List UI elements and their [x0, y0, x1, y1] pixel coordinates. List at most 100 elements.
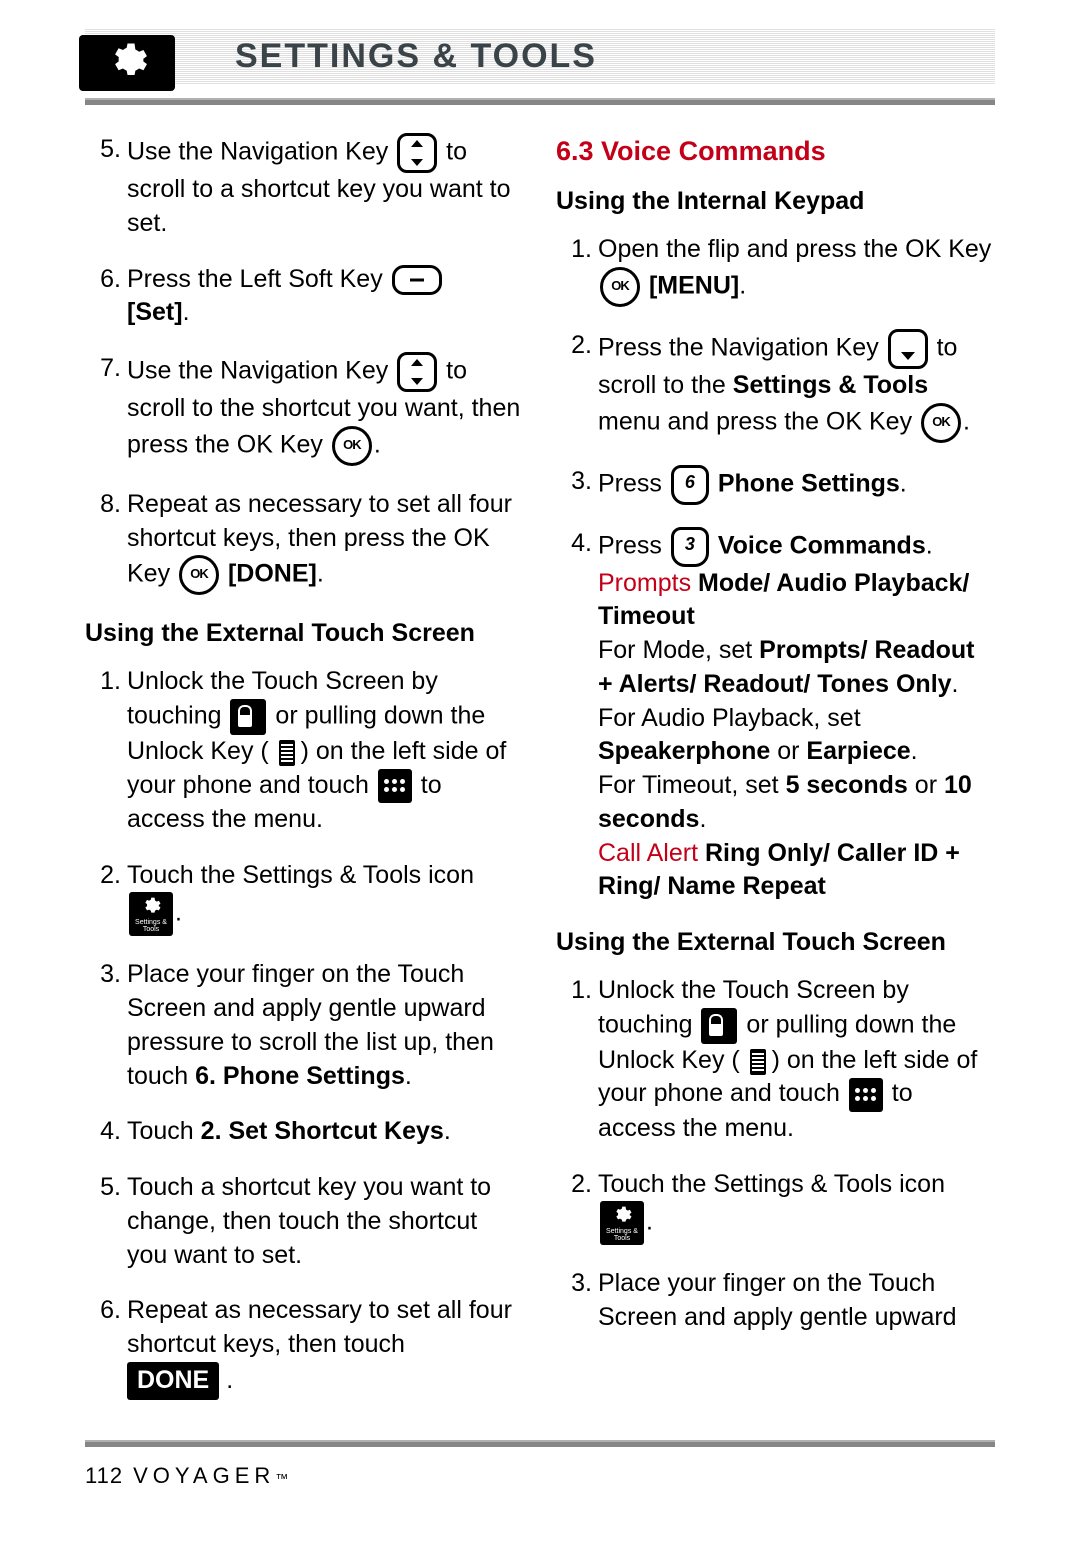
step-body: Unlock the Touch Screen by touching or p…: [127, 665, 524, 837]
step-body: Touch a shortcut key you want to change,…: [127, 1171, 524, 1272]
step-number: 5.: [85, 133, 127, 241]
rext-step-3: 3. Place your finger on the Touch Screen…: [556, 1267, 995, 1335]
key-3-icon: 3: [671, 527, 709, 567]
bold-text: 6. Phone Settings: [195, 1062, 405, 1090]
text: .: [963, 407, 970, 435]
header-icon-box: [79, 35, 175, 91]
text: .: [405, 1062, 412, 1090]
ext-step-1: 1. Unlock the Touch Screen by touching o…: [85, 665, 524, 837]
step-body: Press 6 Phone Settings.: [598, 465, 995, 505]
step-number: 1.: [85, 665, 127, 837]
brand-name: VOYAGER™: [133, 1463, 293, 1489]
subhead-external-touch: Using the External Touch Screen: [85, 617, 524, 651]
right-internal-steps: 1. Open the flip and press the OK Key [M…: [556, 233, 995, 904]
text: Use the Navigation Key: [127, 357, 395, 385]
step-number: 2.: [556, 1168, 598, 1246]
step-number: 3.: [556, 1267, 598, 1335]
menu-label: [MENU]: [649, 272, 739, 300]
step-body: Repeat as necessary to set all four shor…: [127, 1294, 524, 1399]
bold-text: 2. Set Shortcut Keys: [201, 1117, 444, 1145]
ok-key-icon: [921, 403, 961, 443]
text: menu and press the OK Key: [598, 407, 919, 435]
left-steps: 5. Use the Navigation Key to scroll to a…: [85, 133, 524, 595]
text: For Audio Playback, set: [598, 704, 861, 732]
brand-text: VOYAGER: [133, 1463, 275, 1488]
content-columns: 5. Use the Navigation Key to scroll to a…: [85, 133, 995, 1422]
left-external-steps: 1. Unlock the Touch Screen by touching o…: [85, 665, 524, 1400]
step-body: Press 3 Voice Commands. Prompts Mode/ Au…: [598, 527, 995, 905]
ext-step-6: 6. Repeat as necessary to set all four s…: [85, 1294, 524, 1399]
text: Press the Left Soft Key: [127, 265, 390, 293]
step-number: 2.: [85, 859, 127, 937]
navigation-key-icon: [397, 352, 437, 392]
text: .: [911, 737, 918, 765]
text: .: [183, 298, 190, 326]
header-underline: [85, 98, 995, 105]
red-text: Call Alert: [598, 839, 705, 867]
ok-key-icon: [600, 267, 640, 307]
menu-grid-icon: [849, 1078, 883, 1112]
step-6: 6. Press the Left Soft Key [Set].: [85, 263, 524, 331]
text: Press the Navigation Key: [598, 334, 886, 362]
step-body: Touch 2. Set Shortcut Keys.: [127, 1115, 524, 1149]
text: or: [915, 771, 944, 799]
text: For Mode, set: [598, 636, 759, 664]
settings-tools-icon: [129, 892, 173, 936]
ext-step-5: 5. Touch a shortcut key you want to chan…: [85, 1171, 524, 1272]
ext-step-3: 3. Place your finger on the Touch Screen…: [85, 958, 524, 1093]
menu-grid-icon: [378, 769, 412, 803]
int-step-3: 3. Press 6 Phone Settings.: [556, 465, 995, 505]
text: Use the Navigation Key: [127, 138, 395, 166]
step-body: Touch the Settings & Tools icon .: [598, 1168, 995, 1246]
set-label: [Set]: [127, 298, 183, 326]
text: .: [317, 560, 324, 588]
bold-text: Speakerphone: [598, 737, 770, 765]
red-text: Prompts: [598, 569, 698, 597]
text: or: [777, 737, 806, 765]
padlock-icon: [701, 1008, 737, 1044]
step-number: 5.: [85, 1171, 127, 1272]
navigation-key-icon: [397, 133, 437, 173]
step-number: 4.: [556, 527, 598, 905]
step-body: Place your finger on the Touch Screen an…: [598, 1267, 995, 1335]
ext-step-4: 4. Touch 2. Set Shortcut Keys.: [85, 1115, 524, 1149]
trademark-symbol: ™: [275, 1471, 293, 1486]
text: .: [175, 899, 182, 927]
bold-text: Earpiece: [806, 737, 910, 765]
settings-tools-icon: [600, 1201, 644, 1245]
text: Touch: [127, 1117, 201, 1145]
subhead-internal-keypad: Using the Internal Keypad: [556, 185, 995, 219]
right-column: 6.3 Voice Commands Using the Internal Ke…: [556, 133, 995, 1422]
text: .: [926, 531, 933, 559]
text: Open the flip and press the OK Key: [598, 235, 991, 263]
step-number: 2.: [556, 329, 598, 443]
text: Touch the Settings & Tools icon: [598, 1170, 945, 1198]
step-number: 3.: [556, 465, 598, 505]
text: .: [952, 670, 959, 698]
text: .: [226, 1366, 233, 1394]
navigation-key-down-icon: [888, 329, 928, 369]
bold-text: Settings & Tools: [733, 371, 928, 399]
step-body: Place your finger on the Touch Screen an…: [127, 958, 524, 1093]
text: Press: [598, 531, 669, 559]
step-body: Unlock the Touch Screen by touching or p…: [598, 974, 995, 1146]
bold-text: 5 seconds: [786, 771, 908, 799]
text: Touch the Settings & Tools icon: [127, 861, 474, 889]
done-badge: DONE: [127, 1362, 219, 1400]
step-number: 1.: [556, 233, 598, 307]
key-6-icon: 6: [671, 465, 709, 505]
int-step-2: 2. Press the Navigation Key to scroll to…: [556, 329, 995, 443]
rext-step-1: 1. Unlock the Touch Screen by touching o…: [556, 974, 995, 1146]
ext-step-2: 2. Touch the Settings & Tools icon .: [85, 859, 524, 937]
left-soft-key-icon: [392, 265, 442, 295]
ok-key-icon: [332, 426, 372, 466]
step-body: Use the Navigation Key to scroll to a sh…: [127, 133, 524, 241]
right-external-steps: 1. Unlock the Touch Screen by touching o…: [556, 974, 995, 1335]
step-number: 3.: [85, 958, 127, 1093]
step-body: Press the Navigation Key to scroll to th…: [598, 329, 995, 443]
text: .: [900, 469, 907, 497]
text: .: [374, 430, 381, 458]
text: Repeat as necessary to set all four shor…: [127, 1296, 512, 1358]
step-body: Use the Navigation Key to scroll to the …: [127, 352, 524, 466]
ok-key-icon: [179, 555, 219, 595]
